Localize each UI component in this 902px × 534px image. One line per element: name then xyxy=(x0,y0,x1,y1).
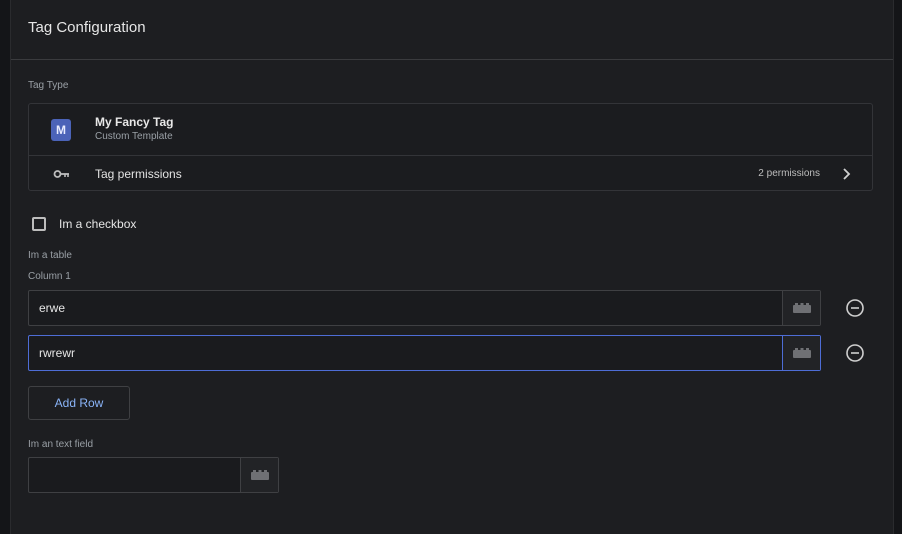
tag-subtitle: Custom Template xyxy=(95,131,173,142)
tag-type-row[interactable]: M My Fancy Tag Custom Template xyxy=(29,104,872,156)
add-row-button[interactable]: Add Row xyxy=(28,386,130,420)
text-field-label: Im an text field xyxy=(28,439,94,450)
remove-circle-icon[interactable] xyxy=(845,343,865,363)
table-column-header: Column 1 xyxy=(28,271,71,282)
variable-bricks-icon xyxy=(250,470,269,480)
tag-type-label: Tag Type xyxy=(28,80,69,91)
tag-name: My Fancy Tag xyxy=(95,115,174,129)
table-row xyxy=(28,335,821,371)
variable-bricks-icon xyxy=(792,348,811,358)
panel-header: Tag Configuration xyxy=(11,0,893,60)
panel-title: Tag Configuration xyxy=(28,19,146,36)
variable-button[interactable] xyxy=(782,291,820,325)
checkbox-row[interactable]: Im a checkbox xyxy=(32,217,136,231)
tag-type-card: M My Fancy Tag Custom Template Tag permi… xyxy=(28,103,873,191)
table-row-1-input[interactable] xyxy=(29,291,782,325)
text-field-input[interactable] xyxy=(29,458,240,492)
key-icon xyxy=(53,170,69,178)
checkbox-label: Im a checkbox xyxy=(59,217,137,231)
tag-avatar: M xyxy=(51,119,71,141)
tag-permissions-count: 2 permissions xyxy=(758,168,820,179)
im-a-checkbox[interactable] xyxy=(32,217,46,231)
remove-circle-icon[interactable] xyxy=(845,298,865,318)
table-row xyxy=(28,290,821,326)
variable-button[interactable] xyxy=(240,458,278,492)
tag-configuration-panel: Tag Configuration Tag Type M My Fancy Ta… xyxy=(10,0,894,534)
chevron-right-icon xyxy=(843,168,851,180)
table-row-2-input[interactable] xyxy=(29,336,782,370)
text-field-wrapper xyxy=(28,457,279,493)
variable-button[interactable] xyxy=(782,336,820,370)
tag-permissions-row[interactable]: Tag permissions 2 permissions xyxy=(29,156,872,192)
table-label: Im a table xyxy=(28,250,72,261)
tag-permissions-label: Tag permissions xyxy=(95,167,182,181)
variable-bricks-icon xyxy=(792,303,811,313)
